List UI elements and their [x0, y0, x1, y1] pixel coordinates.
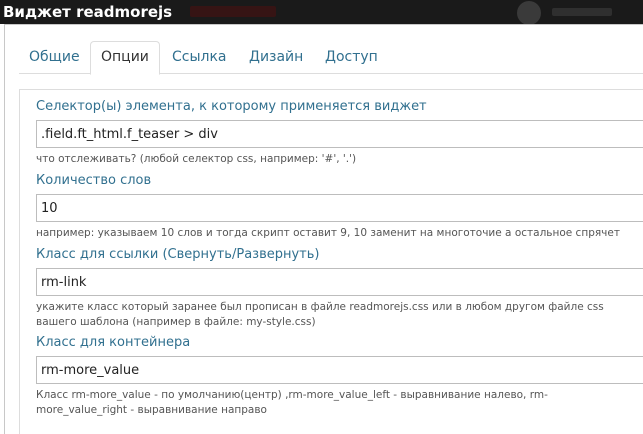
word-count-help: например: указываем 10 слов и тогда скри… — [36, 227, 620, 239]
blurred-user-name — [552, 8, 612, 16]
user-avatar — [517, 1, 541, 24]
tab-options[interactable]: Опции — [90, 41, 160, 75]
options-panel: Селектор(ы) элемента, к которому применя… — [19, 89, 643, 434]
tab-access[interactable]: Доступ — [315, 41, 388, 74]
selector-label: Селектор(ы) элемента, к которому применя… — [36, 99, 427, 114]
tab-bar: Общие Опции Ссылка Дизайн Доступ — [19, 41, 643, 75]
tab-general[interactable]: Общие — [19, 41, 90, 74]
window-titlebar: Виджет readmorejs — [0, 0, 643, 24]
container-class-label: Класс для контейнера — [36, 335, 191, 350]
tab-link[interactable]: Ссылка — [162, 41, 237, 74]
word-count-input[interactable] — [36, 194, 643, 222]
widget-settings-dialog: Общие Опции Ссылка Дизайн Доступ Селекто… — [4, 24, 643, 434]
blurred-background-link — [190, 6, 276, 17]
link-class-input[interactable] — [36, 268, 643, 296]
container-class-help: Класс rm-more_value - по умолчанию(центр… — [36, 389, 548, 416]
window-title: Виджет readmorejs — [3, 3, 173, 21]
selector-input[interactable] — [36, 120, 643, 148]
link-class-help: укажите класс который заранее был пропис… — [36, 301, 604, 328]
link-class-label: Класс для ссылки (Свернуть/Развернуть) — [36, 247, 320, 262]
container-class-input[interactable] — [36, 356, 643, 384]
tab-design[interactable]: Дизайн — [239, 41, 313, 74]
word-count-label: Количество слов — [36, 173, 152, 188]
selector-help: что отслеживать? (любой селектор css, на… — [36, 153, 357, 165]
